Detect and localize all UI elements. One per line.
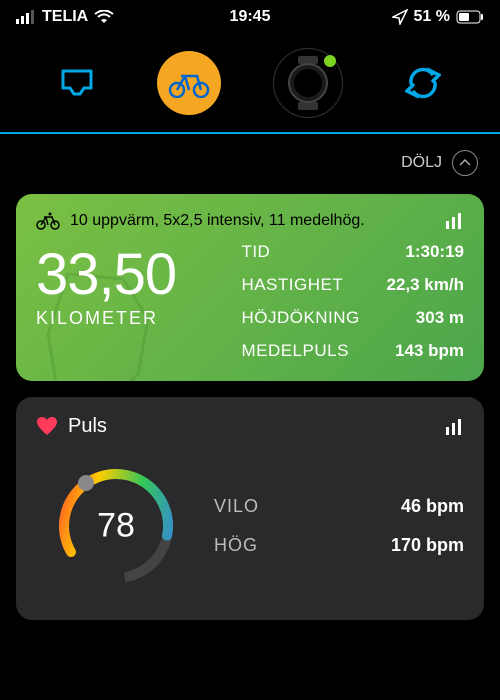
chart-icon[interactable] xyxy=(444,419,464,435)
heart-title: Puls xyxy=(68,415,107,438)
tab-sync[interactable] xyxy=(396,56,450,110)
battery-icon xyxy=(456,10,484,24)
battery-percent: 51 % xyxy=(414,8,450,26)
distance-unit: KILOMETER xyxy=(36,308,241,329)
location-icon xyxy=(392,9,408,25)
rest-hr-label: VILO xyxy=(214,496,259,517)
status-bar: TELIA 19:45 51 % xyxy=(0,0,500,30)
tab-inbox[interactable] xyxy=(50,56,104,110)
heart-rate-card[interactable]: Puls 78 xyxy=(16,397,484,620)
device-status-dot xyxy=(324,55,336,67)
chart-icon[interactable] xyxy=(444,213,464,229)
signal-icon xyxy=(16,10,36,24)
stat-elev-label: HÖJDÖKNING xyxy=(241,308,359,328)
stat-time-val: 1:30:19 xyxy=(405,242,464,262)
stat-speed-label: HASTIGHET xyxy=(241,275,343,295)
high-hr-label: HÖG xyxy=(214,535,258,556)
stat-avghr-val: 143 bpm xyxy=(395,341,464,361)
clock: 19:45 xyxy=(230,8,271,26)
heart-icon xyxy=(36,417,58,437)
distance-value: 33,50 xyxy=(36,246,241,304)
tab-bike-active[interactable] xyxy=(157,51,221,115)
tab-device[interactable] xyxy=(273,48,343,118)
current-hr: 78 xyxy=(97,507,135,546)
chevron-up-icon xyxy=(452,150,478,176)
hide-toggle[interactable]: DÖLJ xyxy=(0,134,500,186)
activity-title: 10 uppvärm, 5x2,5 intensiv, 11 medelhög. xyxy=(70,212,365,230)
stat-elev-val: 303 m xyxy=(416,308,464,328)
nav-tabs xyxy=(0,30,500,134)
wifi-icon xyxy=(94,10,114,24)
rest-hr-val: 46 bpm xyxy=(401,496,464,517)
high-hr-val: 170 bpm xyxy=(391,535,464,556)
cycling-icon xyxy=(36,212,60,230)
carrier-label: TELIA xyxy=(42,8,88,26)
stat-avghr-label: MEDELPULS xyxy=(241,341,348,361)
heart-rate-gauge: 78 xyxy=(36,456,196,596)
stat-time-label: TID xyxy=(241,242,270,262)
activity-card[interactable]: 10 uppvärm, 5x2,5 intensiv, 11 medelhög.… xyxy=(16,194,484,381)
hide-label: DÖLJ xyxy=(401,154,442,172)
stat-speed-val: 22,3 km/h xyxy=(387,275,465,295)
